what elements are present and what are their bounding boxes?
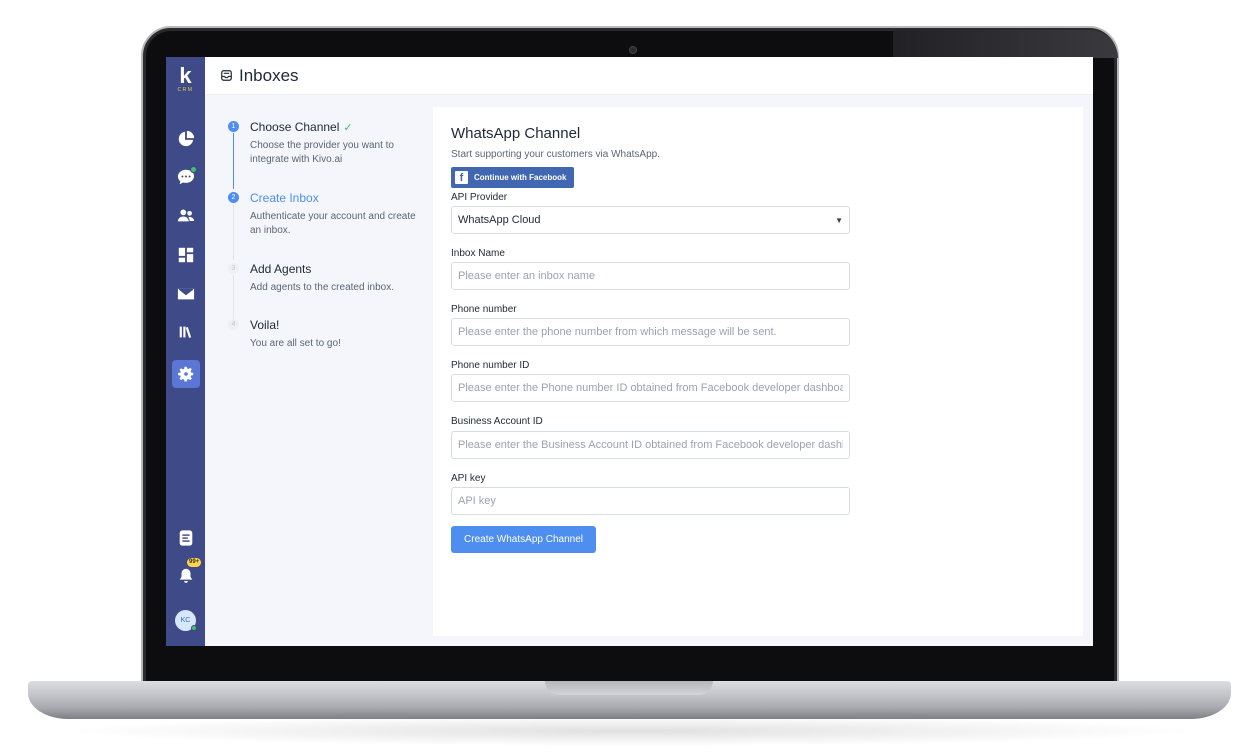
- api-provider-label: API Provider: [451, 192, 508, 203]
- dashboard-icon[interactable]: [174, 127, 198, 151]
- logo-letter: k: [179, 63, 192, 88]
- page-header: Inboxes: [205, 57, 1093, 95]
- phone-number-id-label: Phone number ID: [451, 360, 530, 371]
- form-subtitle: Start supporting your customers via What…: [451, 149, 660, 160]
- phone-number-id-input[interactable]: [451, 374, 850, 402]
- bell-icon[interactable]: 99+: [174, 558, 202, 588]
- business-account-id-input[interactable]: [451, 431, 850, 459]
- step-title: Choose Channel: [250, 120, 340, 134]
- step-title-wrap: Choose Channel ✓: [250, 120, 353, 134]
- inbox-icon: [221, 70, 232, 81]
- create-whatsapp-channel-button[interactable]: Create WhatsApp Channel: [451, 526, 596, 553]
- reports-icon[interactable]: [174, 243, 198, 267]
- phone-number-input[interactable]: [451, 318, 850, 346]
- phone-number-label: Phone number: [451, 304, 517, 315]
- settings-icon[interactable]: [172, 360, 200, 388]
- facebook-button-label: Continue with Facebook: [474, 173, 567, 182]
- step-connector: [233, 275, 234, 325]
- whatsapp-channel-form: WhatsApp Channel Start supporting your c…: [433, 107, 1083, 636]
- step-description: You are all set to go!: [250, 338, 341, 349]
- step-number: 3: [228, 263, 239, 274]
- logo-subtitle: CRM: [177, 87, 194, 93]
- caret-down-icon: ▼: [835, 215, 843, 225]
- inbox-name-input[interactable]: [451, 262, 850, 290]
- api-provider-value: WhatsApp Cloud: [458, 214, 541, 226]
- step-description: Authenticate your account and create an …: [250, 211, 416, 236]
- laptop-shadow: [60, 716, 1200, 746]
- library-icon[interactable]: [174, 320, 198, 344]
- step-title: Create Inbox: [250, 191, 319, 205]
- step-number: 2: [228, 192, 239, 203]
- notes-icon[interactable]: [174, 526, 198, 550]
- avatar-initials: KC: [180, 617, 191, 624]
- api-key-label: API key: [451, 473, 486, 484]
- check-icon: ✓: [343, 122, 353, 134]
- brand-logo[interactable]: k CRM: [166, 63, 205, 94]
- inbox-name-label: Inbox Name: [451, 248, 505, 259]
- laptop-notch: [545, 681, 713, 695]
- step-connector: [233, 133, 234, 189]
- conversations-icon[interactable]: [174, 165, 198, 189]
- contacts-icon[interactable]: [174, 204, 198, 228]
- api-provider-select[interactable]: WhatsApp Cloud ▼: [451, 206, 850, 234]
- campaigns-icon[interactable]: [174, 282, 198, 306]
- step-number: 4: [228, 319, 239, 330]
- step-description: Add agents to the created inbox.: [250, 282, 394, 293]
- page-title: Inboxes: [239, 66, 299, 85]
- step-number: 1: [228, 121, 239, 132]
- business-account-id-label: Business Account ID: [451, 416, 543, 427]
- step-description: Choose the provider you want to integrat…: [250, 140, 394, 165]
- step-title: Add Agents: [250, 262, 312, 276]
- api-key-input[interactable]: [451, 487, 850, 515]
- form-title: WhatsApp Channel: [451, 125, 581, 142]
- step-title: Voila!: [250, 318, 280, 332]
- notification-badge: 99+: [187, 558, 202, 567]
- app-screen: k CRM 99+ KC Inboxes 1 Choose Channel ✓ …: [166, 57, 1093, 646]
- online-indicator: [190, 166, 197, 173]
- lid-reflection: [893, 30, 1118, 58]
- step-connector: [233, 204, 234, 260]
- online-indicator: [191, 625, 197, 631]
- camera-icon: [629, 46, 637, 54]
- continue-with-facebook-button[interactable]: f Continue with Facebook: [451, 167, 574, 188]
- sidebar: k CRM 99+ KC: [166, 57, 205, 646]
- facebook-icon: f: [455, 171, 468, 184]
- laptop-base: [28, 681, 1231, 719]
- setup-steps: 1 Choose Channel ✓ Choose the provider yo…: [205, 95, 433, 646]
- avatar[interactable]: KC: [175, 610, 197, 631]
